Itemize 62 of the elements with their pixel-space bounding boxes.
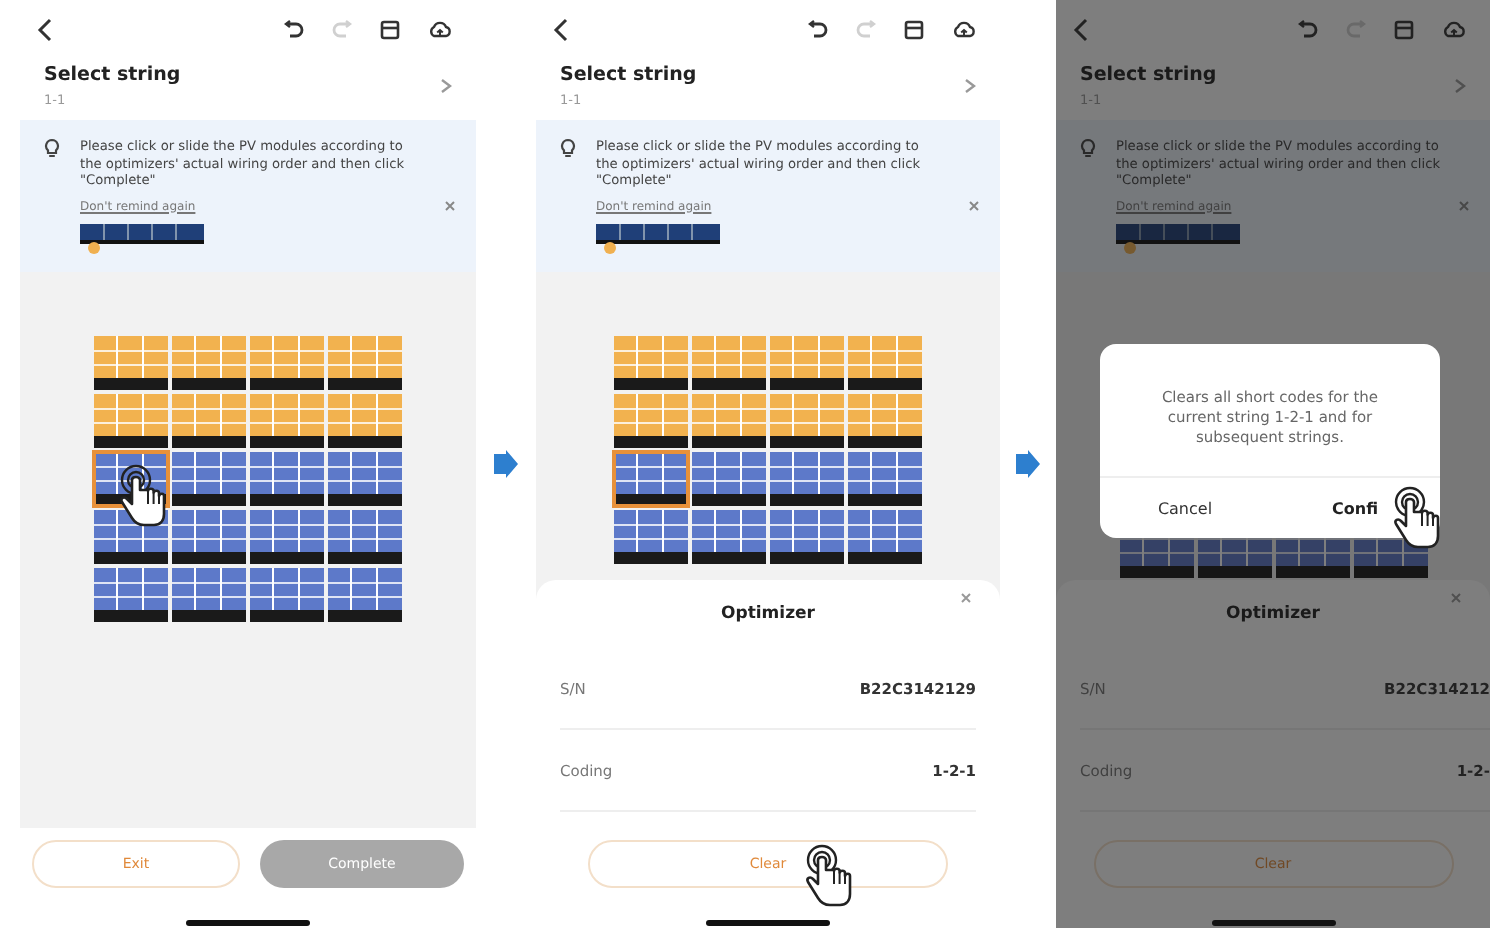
back-icon[interactable] <box>552 18 572 42</box>
pv-module[interactable] <box>250 451 324 505</box>
pv-module[interactable] <box>770 509 844 563</box>
module-strip-drawing <box>80 223 204 255</box>
pv-module[interactable] <box>770 335 844 389</box>
close-icon[interactable] <box>444 200 456 212</box>
pv-module[interactable] <box>770 451 844 505</box>
pv-module[interactable] <box>250 567 324 621</box>
save-icon[interactable] <box>904 20 924 40</box>
pv-module[interactable] <box>328 567 402 621</box>
page-title: Select string <box>44 64 181 86</box>
pv-module[interactable] <box>328 451 402 505</box>
chevron-right-icon[interactable] <box>964 78 976 94</box>
pv-module[interactable] <box>614 393 688 447</box>
save-icon[interactable] <box>380 20 400 40</box>
pv-module[interactable] <box>692 393 766 447</box>
lightbulb-icon <box>1080 138 1096 158</box>
module-strip-drawing <box>1116 223 1240 255</box>
pv-module[interactable] <box>848 451 922 505</box>
pv-module[interactable] <box>172 567 246 621</box>
pv-module[interactable] <box>94 335 168 389</box>
undo-icon[interactable] <box>284 20 304 40</box>
undo-icon[interactable] <box>808 20 828 40</box>
lightbulb-icon <box>44 138 60 158</box>
page-title: Select string <box>560 64 697 86</box>
back-icon[interactable] <box>36 18 56 42</box>
close-icon[interactable] <box>960 592 972 604</box>
pv-module[interactable] <box>614 451 688 505</box>
dialog-button[interactable]: Cancel <box>1100 478 1270 538</box>
pv-module[interactable] <box>692 451 766 505</box>
sheet-title: Optimizer <box>721 604 815 624</box>
pv-module[interactable] <box>848 509 922 563</box>
pv-module[interactable] <box>328 393 402 447</box>
pv-module[interactable] <box>172 451 246 505</box>
pv-module[interactable] <box>250 393 324 447</box>
module-strip-drawing <box>596 223 720 255</box>
home-indicator <box>186 920 310 926</box>
pv-module[interactable] <box>848 335 922 389</box>
sheet-title: Optimizer <box>1226 604 1320 624</box>
pv-module[interactable] <box>250 335 324 389</box>
pv-module[interactable] <box>328 509 402 563</box>
pv-module[interactable] <box>250 509 324 563</box>
pv-module[interactable] <box>770 393 844 447</box>
arrow-right-icon <box>494 450 518 478</box>
pv-module[interactable] <box>172 393 246 447</box>
lightbulb-icon <box>560 138 576 158</box>
close-icon[interactable] <box>968 200 980 212</box>
pv-module[interactable] <box>172 509 246 563</box>
pv-module[interactable] <box>328 335 402 389</box>
pv-module[interactable] <box>94 393 168 447</box>
pv-module[interactable] <box>614 509 688 563</box>
page-title: Select string <box>1080 64 1217 86</box>
pv-module[interactable] <box>172 335 246 389</box>
cloud-upload-icon[interactable] <box>428 20 452 40</box>
pv-module[interactable] <box>848 393 922 447</box>
pv-module[interactable] <box>692 509 766 563</box>
pv-module[interactable] <box>614 335 688 389</box>
pv-module[interactable] <box>692 335 766 389</box>
chevron-right-icon[interactable] <box>440 78 452 94</box>
pv-module[interactable] <box>94 567 168 621</box>
cloud-upload-icon[interactable] <box>952 20 976 40</box>
arrow-right-icon <box>1016 450 1040 478</box>
